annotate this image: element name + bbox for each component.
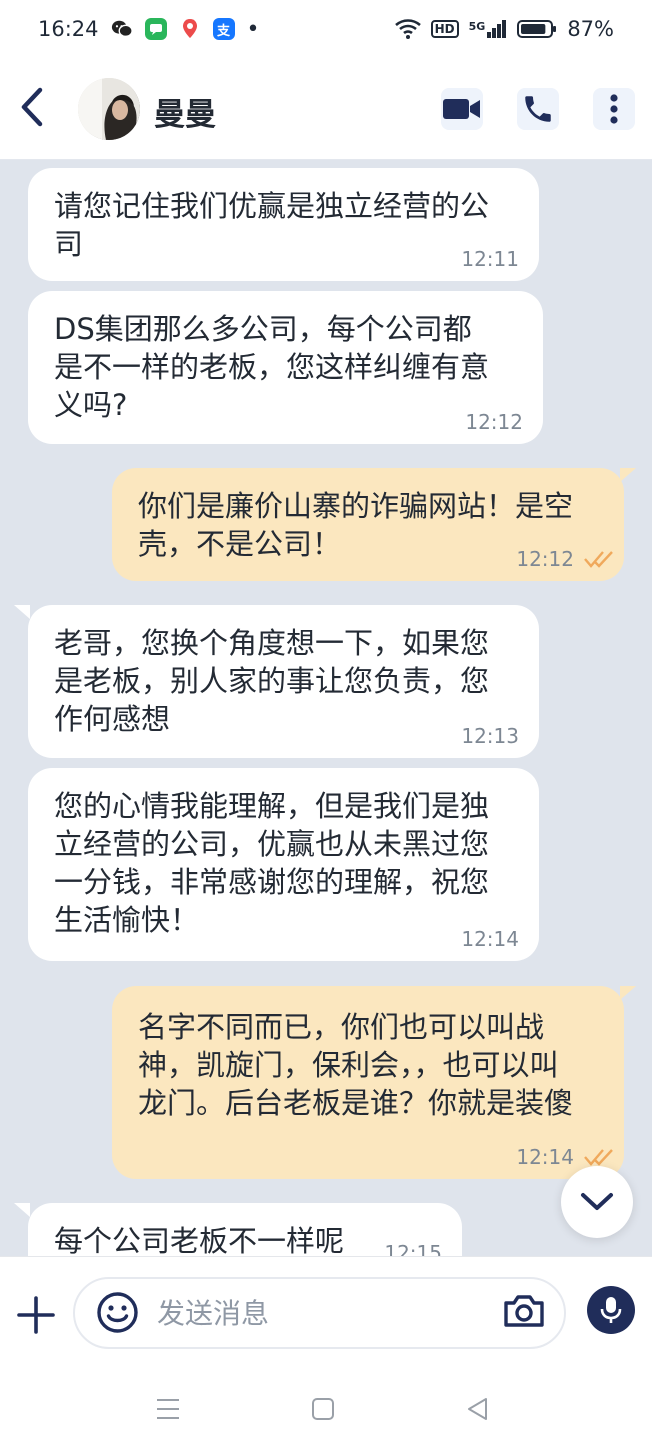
- message-text: 您的心情我能理解，但是我们是独 立经营的公司，优赢也从未黑过您 一分钱，非常感谢…: [54, 789, 490, 937]
- home-square-icon[interactable]: [308, 1395, 338, 1423]
- voice-call-button[interactable]: [517, 88, 559, 130]
- message-bubble-incoming[interactable]: DS集团那么多公司，每个公司都 是不一样的老板，您这样纠缠有意 义吗? 12:1…: [28, 291, 543, 444]
- message-time: 12:15: [384, 1241, 442, 1256]
- message-text: 请您记住我们优赢是独立经营的公 司: [54, 189, 490, 261]
- emoji-button[interactable]: [96, 1291, 139, 1334]
- battery-percent: 87%: [567, 17, 614, 41]
- camera-button[interactable]: [502, 1291, 546, 1331]
- smiley-icon: [97, 1292, 138, 1333]
- message-text: 每个公司老板不一样呢: [54, 1224, 345, 1256]
- plus-icon: [17, 1296, 55, 1334]
- composer-bar: [0, 1256, 652, 1371]
- maps-pin-icon: [179, 18, 201, 40]
- bubble-tail: [14, 605, 30, 619]
- bubble-tail: [620, 986, 636, 1000]
- scroll-to-bottom-button[interactable]: [561, 1166, 633, 1238]
- contact-name[interactable]: 曼曼: [154, 89, 216, 134]
- video-camera-icon: [443, 99, 480, 119]
- chat-header: 曼曼: [0, 58, 652, 160]
- messages-app-icon: [144, 18, 167, 40]
- hd-badge: HD: [430, 20, 459, 38]
- message-input[interactable]: [155, 1292, 479, 1334]
- alipay-icon: 支: [212, 18, 235, 40]
- message-bubble-incoming[interactable]: 请您记住我们优赢是独立经营的公 司 12:11: [28, 168, 539, 281]
- message-bubble-outgoing[interactable]: 你们是廉价山寨的诈骗网站！是空 壳，不是公司！ 12:12: [112, 468, 624, 581]
- wifi-icon: [394, 19, 421, 39]
- message-bubble-incoming[interactable]: 每个公司老板不一样呢 12:15: [28, 1203, 462, 1256]
- message-text: 老哥，您换个角度想一下，如果您 是老板，别人家的事让您负责，您 作何感想: [54, 626, 490, 736]
- back-button[interactable]: [16, 84, 50, 130]
- camera-icon: [504, 1295, 544, 1327]
- message-time: 12:12: [516, 547, 574, 571]
- status-left: 16:24 支 •: [38, 17, 260, 42]
- attach-button[interactable]: [14, 1293, 58, 1337]
- notification-dot: •: [246, 16, 260, 42]
- status-right: HD 5G 87%: [394, 17, 614, 41]
- back-triangle-icon[interactable]: [463, 1395, 493, 1423]
- video-call-button[interactable]: [441, 88, 483, 130]
- message-bubble-outgoing[interactable]: 名字不同而已，你们也可以叫战 神，凯旋门，保利会，，也可以叫 龙门。后台老板是谁…: [112, 986, 624, 1179]
- system-nav-bar: [0, 1370, 652, 1448]
- signal-5g: 5G: [469, 20, 508, 38]
- signal-icon: [487, 20, 507, 38]
- avatar[interactable]: [78, 78, 140, 140]
- menu-icon[interactable]: [153, 1395, 183, 1423]
- read-checks-icon: [584, 1149, 613, 1166]
- bubble-tail: [14, 1203, 30, 1217]
- message-time: 12:13: [461, 724, 519, 748]
- read-checks-icon: [584, 551, 613, 568]
- chevron-left-icon: [21, 87, 43, 127]
- message-time: 12:12: [465, 410, 523, 434]
- microphone-icon: [600, 1297, 622, 1323]
- bubble-tail: [620, 468, 636, 482]
- phone-icon: [525, 96, 551, 122]
- message-bubble-incoming[interactable]: 老哥，您换个角度想一下，如果您 是老板，别人家的事让您负责，您 作何感想 12:…: [28, 605, 539, 758]
- status-time: 16:24: [38, 17, 99, 41]
- message-list[interactable]: 请您记住我们优赢是独立经营的公 司 12:11 DS集团那么多公司，每个公司都 …: [0, 160, 652, 1256]
- battery-icon: [517, 20, 557, 38]
- network-type: 5G: [468, 20, 486, 33]
- wechat-icon: [111, 18, 133, 40]
- message-text: 名字不同而已，你们也可以叫战 神，凯旋门，保利会，，也可以叫 龙门。后台老板是谁…: [138, 1010, 574, 1120]
- message-bubble-incoming[interactable]: 您的心情我能理解，但是我们是独 立经营的公司，优赢也从未黑过您 一分钱，非常感谢…: [28, 768, 539, 961]
- status-bar: 16:24 支 • HD 5G 87%: [0, 0, 652, 58]
- chevron-down-icon: [581, 1193, 613, 1210]
- voice-message-button[interactable]: [587, 1286, 635, 1334]
- more-vertical-icon: [610, 94, 618, 124]
- message-time: 12:11: [461, 247, 519, 271]
- message-time: 12:14: [461, 927, 519, 951]
- message-time: 12:14: [516, 1145, 574, 1169]
- more-options-button[interactable]: [593, 88, 635, 130]
- message-text: DS集团那么多公司，每个公司都 是不一样的老板，您这样纠缠有意 义吗?: [54, 312, 490, 422]
